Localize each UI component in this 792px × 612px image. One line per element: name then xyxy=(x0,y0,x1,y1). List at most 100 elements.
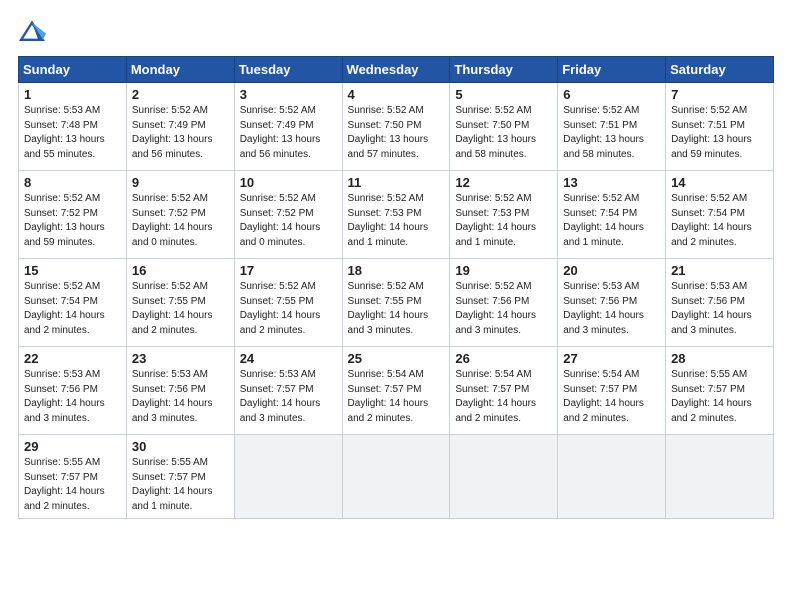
day-number: 20 xyxy=(563,263,660,278)
weekday-header-friday: Friday xyxy=(558,57,666,83)
cell-info: Sunrise: 5:52 AM Sunset: 7:55 PM Dayligh… xyxy=(132,280,229,338)
calendar-cell: 4 Sunrise: 5:52 AM Sunset: 7:50 PM Daylig… xyxy=(342,83,450,171)
page: SundayMondayTuesdayWednesdayThursdayFrid… xyxy=(0,0,792,612)
calendar-cell: 6 Sunrise: 5:52 AM Sunset: 7:51 PM Daylig… xyxy=(558,83,666,171)
day-number: 14 xyxy=(671,175,768,190)
weekday-header-sunday: Sunday xyxy=(19,57,127,83)
day-number: 25 xyxy=(348,351,445,366)
calendar-cell: 29Sunrise: 5:55 AM Sunset: 7:57 PM Dayli… xyxy=(19,435,127,519)
calendar-cell: 15Sunrise: 5:52 AM Sunset: 7:54 PM Dayli… xyxy=(19,259,127,347)
cell-info: Sunrise: 5:55 AM Sunset: 7:57 PM Dayligh… xyxy=(132,456,229,514)
cell-info: Sunrise: 5:52 AM Sunset: 7:54 PM Dayligh… xyxy=(671,192,768,250)
day-number: 19 xyxy=(455,263,552,278)
cell-info: Sunrise: 5:54 AM Sunset: 7:57 PM Dayligh… xyxy=(348,368,445,426)
cell-info: Sunrise: 5:53 AM Sunset: 7:56 PM Dayligh… xyxy=(563,280,660,338)
calendar-cell xyxy=(234,435,342,519)
calendar-cell: 28Sunrise: 5:55 AM Sunset: 7:57 PM Dayli… xyxy=(666,347,774,435)
calendar-cell: 30 Sunrise: 5:55 AM Sunset: 7:57 PM Dayli… xyxy=(126,435,234,519)
day-number: 7 xyxy=(671,87,768,102)
calendar-cell: 14 Sunrise: 5:52 AM Sunset: 7:54 PM Dayli… xyxy=(666,171,774,259)
cell-info: Sunrise: 5:52 AM Sunset: 7:52 PM Dayligh… xyxy=(132,192,229,250)
calendar-cell: 26 Sunrise: 5:54 AM Sunset: 7:57 PM Dayli… xyxy=(450,347,558,435)
calendar-cell: 11 Sunrise: 5:52 AM Sunset: 7:53 PM Dayli… xyxy=(342,171,450,259)
weekday-header-tuesday: Tuesday xyxy=(234,57,342,83)
weekday-header-monday: Monday xyxy=(126,57,234,83)
calendar-cell: 5 Sunrise: 5:52 AM Sunset: 7:50 PM Daylig… xyxy=(450,83,558,171)
day-number: 26 xyxy=(455,351,552,366)
day-number: 3 xyxy=(240,87,337,102)
logo-icon xyxy=(18,18,46,46)
calendar-cell xyxy=(558,435,666,519)
cell-info: Sunrise: 5:52 AM Sunset: 7:52 PM Dayligh… xyxy=(24,192,121,250)
cell-info: Sunrise: 5:52 AM Sunset: 7:52 PM Dayligh… xyxy=(240,192,337,250)
weekday-header-saturday: Saturday xyxy=(666,57,774,83)
cell-info: Sunrise: 5:55 AM Sunset: 7:57 PM Dayligh… xyxy=(671,368,768,426)
calendar-cell: 19 Sunrise: 5:52 AM Sunset: 7:56 PM Dayli… xyxy=(450,259,558,347)
calendar-cell: 16 Sunrise: 5:52 AM Sunset: 7:55 PM Dayli… xyxy=(126,259,234,347)
calendar-cell: 2 Sunrise: 5:52 AM Sunset: 7:49 PM Daylig… xyxy=(126,83,234,171)
calendar-table: SundayMondayTuesdayWednesdayThursdayFrid… xyxy=(18,56,774,519)
weekday-header-wednesday: Wednesday xyxy=(342,57,450,83)
calendar-cell xyxy=(666,435,774,519)
cell-info: Sunrise: 5:52 AM Sunset: 7:49 PM Dayligh… xyxy=(240,104,337,162)
calendar-cell: 25 Sunrise: 5:54 AM Sunset: 7:57 PM Dayli… xyxy=(342,347,450,435)
day-number: 16 xyxy=(132,263,229,278)
cell-info: Sunrise: 5:52 AM Sunset: 7:53 PM Dayligh… xyxy=(348,192,445,250)
calendar-cell: 3 Sunrise: 5:52 AM Sunset: 7:49 PM Daylig… xyxy=(234,83,342,171)
day-number: 29 xyxy=(24,439,121,454)
day-number: 21 xyxy=(671,263,768,278)
cell-info: Sunrise: 5:53 AM Sunset: 7:56 PM Dayligh… xyxy=(24,368,121,426)
day-number: 13 xyxy=(563,175,660,190)
day-number: 22 xyxy=(24,351,121,366)
calendar-cell: 27Sunrise: 5:54 AM Sunset: 7:57 PM Dayli… xyxy=(558,347,666,435)
cell-info: Sunrise: 5:52 AM Sunset: 7:50 PM Dayligh… xyxy=(348,104,445,162)
calendar-cell: 8 Sunrise: 5:52 AM Sunset: 7:52 PM Daylig… xyxy=(19,171,127,259)
day-number: 24 xyxy=(240,351,337,366)
cell-info: Sunrise: 5:52 AM Sunset: 7:53 PM Dayligh… xyxy=(455,192,552,250)
calendar-cell: 18 Sunrise: 5:52 AM Sunset: 7:55 PM Dayli… xyxy=(342,259,450,347)
day-number: 9 xyxy=(132,175,229,190)
cell-info: Sunrise: 5:53 AM Sunset: 7:56 PM Dayligh… xyxy=(671,280,768,338)
day-number: 5 xyxy=(455,87,552,102)
day-number: 12 xyxy=(455,175,552,190)
day-number: 8 xyxy=(24,175,121,190)
calendar-cell xyxy=(342,435,450,519)
day-number: 10 xyxy=(240,175,337,190)
logo xyxy=(18,18,50,46)
day-number: 1 xyxy=(24,87,121,102)
week-row-5: 29 Sunrise: 5:55 AM Sunset: 7:57 PM Dayli… xyxy=(19,435,774,519)
calendar-cell: 21 Sunrise: 5:53 AM Sunset: 7:56 PM Dayli… xyxy=(666,259,774,347)
cell-info: Sunrise: 5:52 AM Sunset: 7:55 PM Dayligh… xyxy=(348,280,445,338)
day-number: 30 xyxy=(132,439,229,454)
day-number: 11 xyxy=(348,175,445,190)
week-row-1: 1Sunrise: 5:53 AM Sunset: 7:48 PM Daylig… xyxy=(19,83,774,171)
day-number: 6 xyxy=(563,87,660,102)
cell-info: Sunrise: 5:52 AM Sunset: 7:49 PM Dayligh… xyxy=(132,104,229,162)
calendar-cell: 22 Sunrise: 5:53 AM Sunset: 7:56 PM Dayli… xyxy=(19,347,127,435)
week-row-2: 8 Sunrise: 5:52 AM Sunset: 7:52 PM Daylig… xyxy=(19,171,774,259)
calendar-cell: 20 Sunrise: 5:53 AM Sunset: 7:56 PM Dayli… xyxy=(558,259,666,347)
calendar-cell xyxy=(450,435,558,519)
calendar-cell: 1Sunrise: 5:53 AM Sunset: 7:48 PM Daylig… xyxy=(19,83,127,171)
calendar-cell: 23Sunrise: 5:53 AM Sunset: 7:56 PM Dayli… xyxy=(126,347,234,435)
cell-info: Sunrise: 5:52 AM Sunset: 7:50 PM Dayligh… xyxy=(455,104,552,162)
calendar-cell: 17Sunrise: 5:52 AM Sunset: 7:55 PM Dayli… xyxy=(234,259,342,347)
cell-info: Sunrise: 5:52 AM Sunset: 7:54 PM Dayligh… xyxy=(563,192,660,250)
cell-info: Sunrise: 5:52 AM Sunset: 7:55 PM Dayligh… xyxy=(240,280,337,338)
week-row-3: 15Sunrise: 5:52 AM Sunset: 7:54 PM Dayli… xyxy=(19,259,774,347)
calendar-cell: 9 Sunrise: 5:52 AM Sunset: 7:52 PM Daylig… xyxy=(126,171,234,259)
cell-info: Sunrise: 5:53 AM Sunset: 7:57 PM Dayligh… xyxy=(240,368,337,426)
cell-info: Sunrise: 5:54 AM Sunset: 7:57 PM Dayligh… xyxy=(455,368,552,426)
cell-info: Sunrise: 5:54 AM Sunset: 7:57 PM Dayligh… xyxy=(563,368,660,426)
cell-info: Sunrise: 5:52 AM Sunset: 7:56 PM Dayligh… xyxy=(455,280,552,338)
calendar-cell: 12 Sunrise: 5:52 AM Sunset: 7:53 PM Dayli… xyxy=(450,171,558,259)
cell-info: Sunrise: 5:52 AM Sunset: 7:51 PM Dayligh… xyxy=(563,104,660,162)
calendar-cell: 7Sunrise: 5:52 AM Sunset: 7:51 PM Daylig… xyxy=(666,83,774,171)
day-number: 15 xyxy=(24,263,121,278)
weekday-header-thursday: Thursday xyxy=(450,57,558,83)
day-number: 18 xyxy=(348,263,445,278)
day-number: 2 xyxy=(132,87,229,102)
week-row-4: 22 Sunrise: 5:53 AM Sunset: 7:56 PM Dayli… xyxy=(19,347,774,435)
cell-info: Sunrise: 5:53 AM Sunset: 7:56 PM Dayligh… xyxy=(132,368,229,426)
day-number: 4 xyxy=(348,87,445,102)
